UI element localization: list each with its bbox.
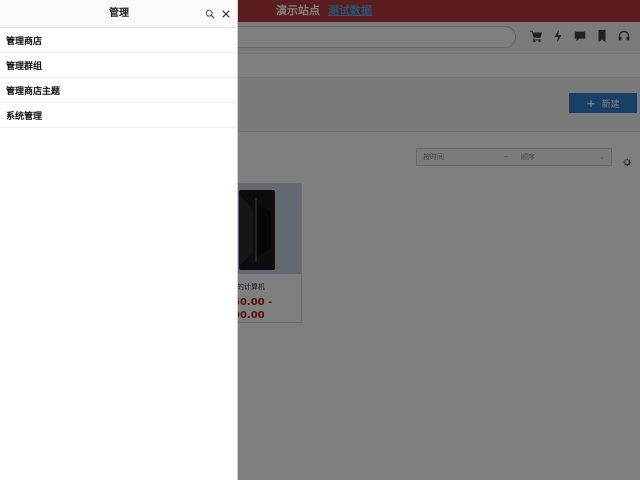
- menu-item-manage-store-themes[interactable]: 管理商店主题: [0, 78, 237, 103]
- search-icon[interactable]: [204, 8, 216, 20]
- management-drawer: 管理 管理商店 管理群组 管理商店主题 系统管理: [0, 0, 238, 480]
- menu-item-system-management[interactable]: 系统管理: [0, 103, 237, 128]
- menu-item-manage-groups[interactable]: 管理群组: [0, 53, 237, 78]
- menu-item-manage-stores[interactable]: 管理商店: [0, 28, 237, 53]
- drawer-title: 管理: [109, 8, 129, 19]
- drawer-header: 管理: [0, 0, 237, 28]
- close-icon[interactable]: [220, 8, 232, 20]
